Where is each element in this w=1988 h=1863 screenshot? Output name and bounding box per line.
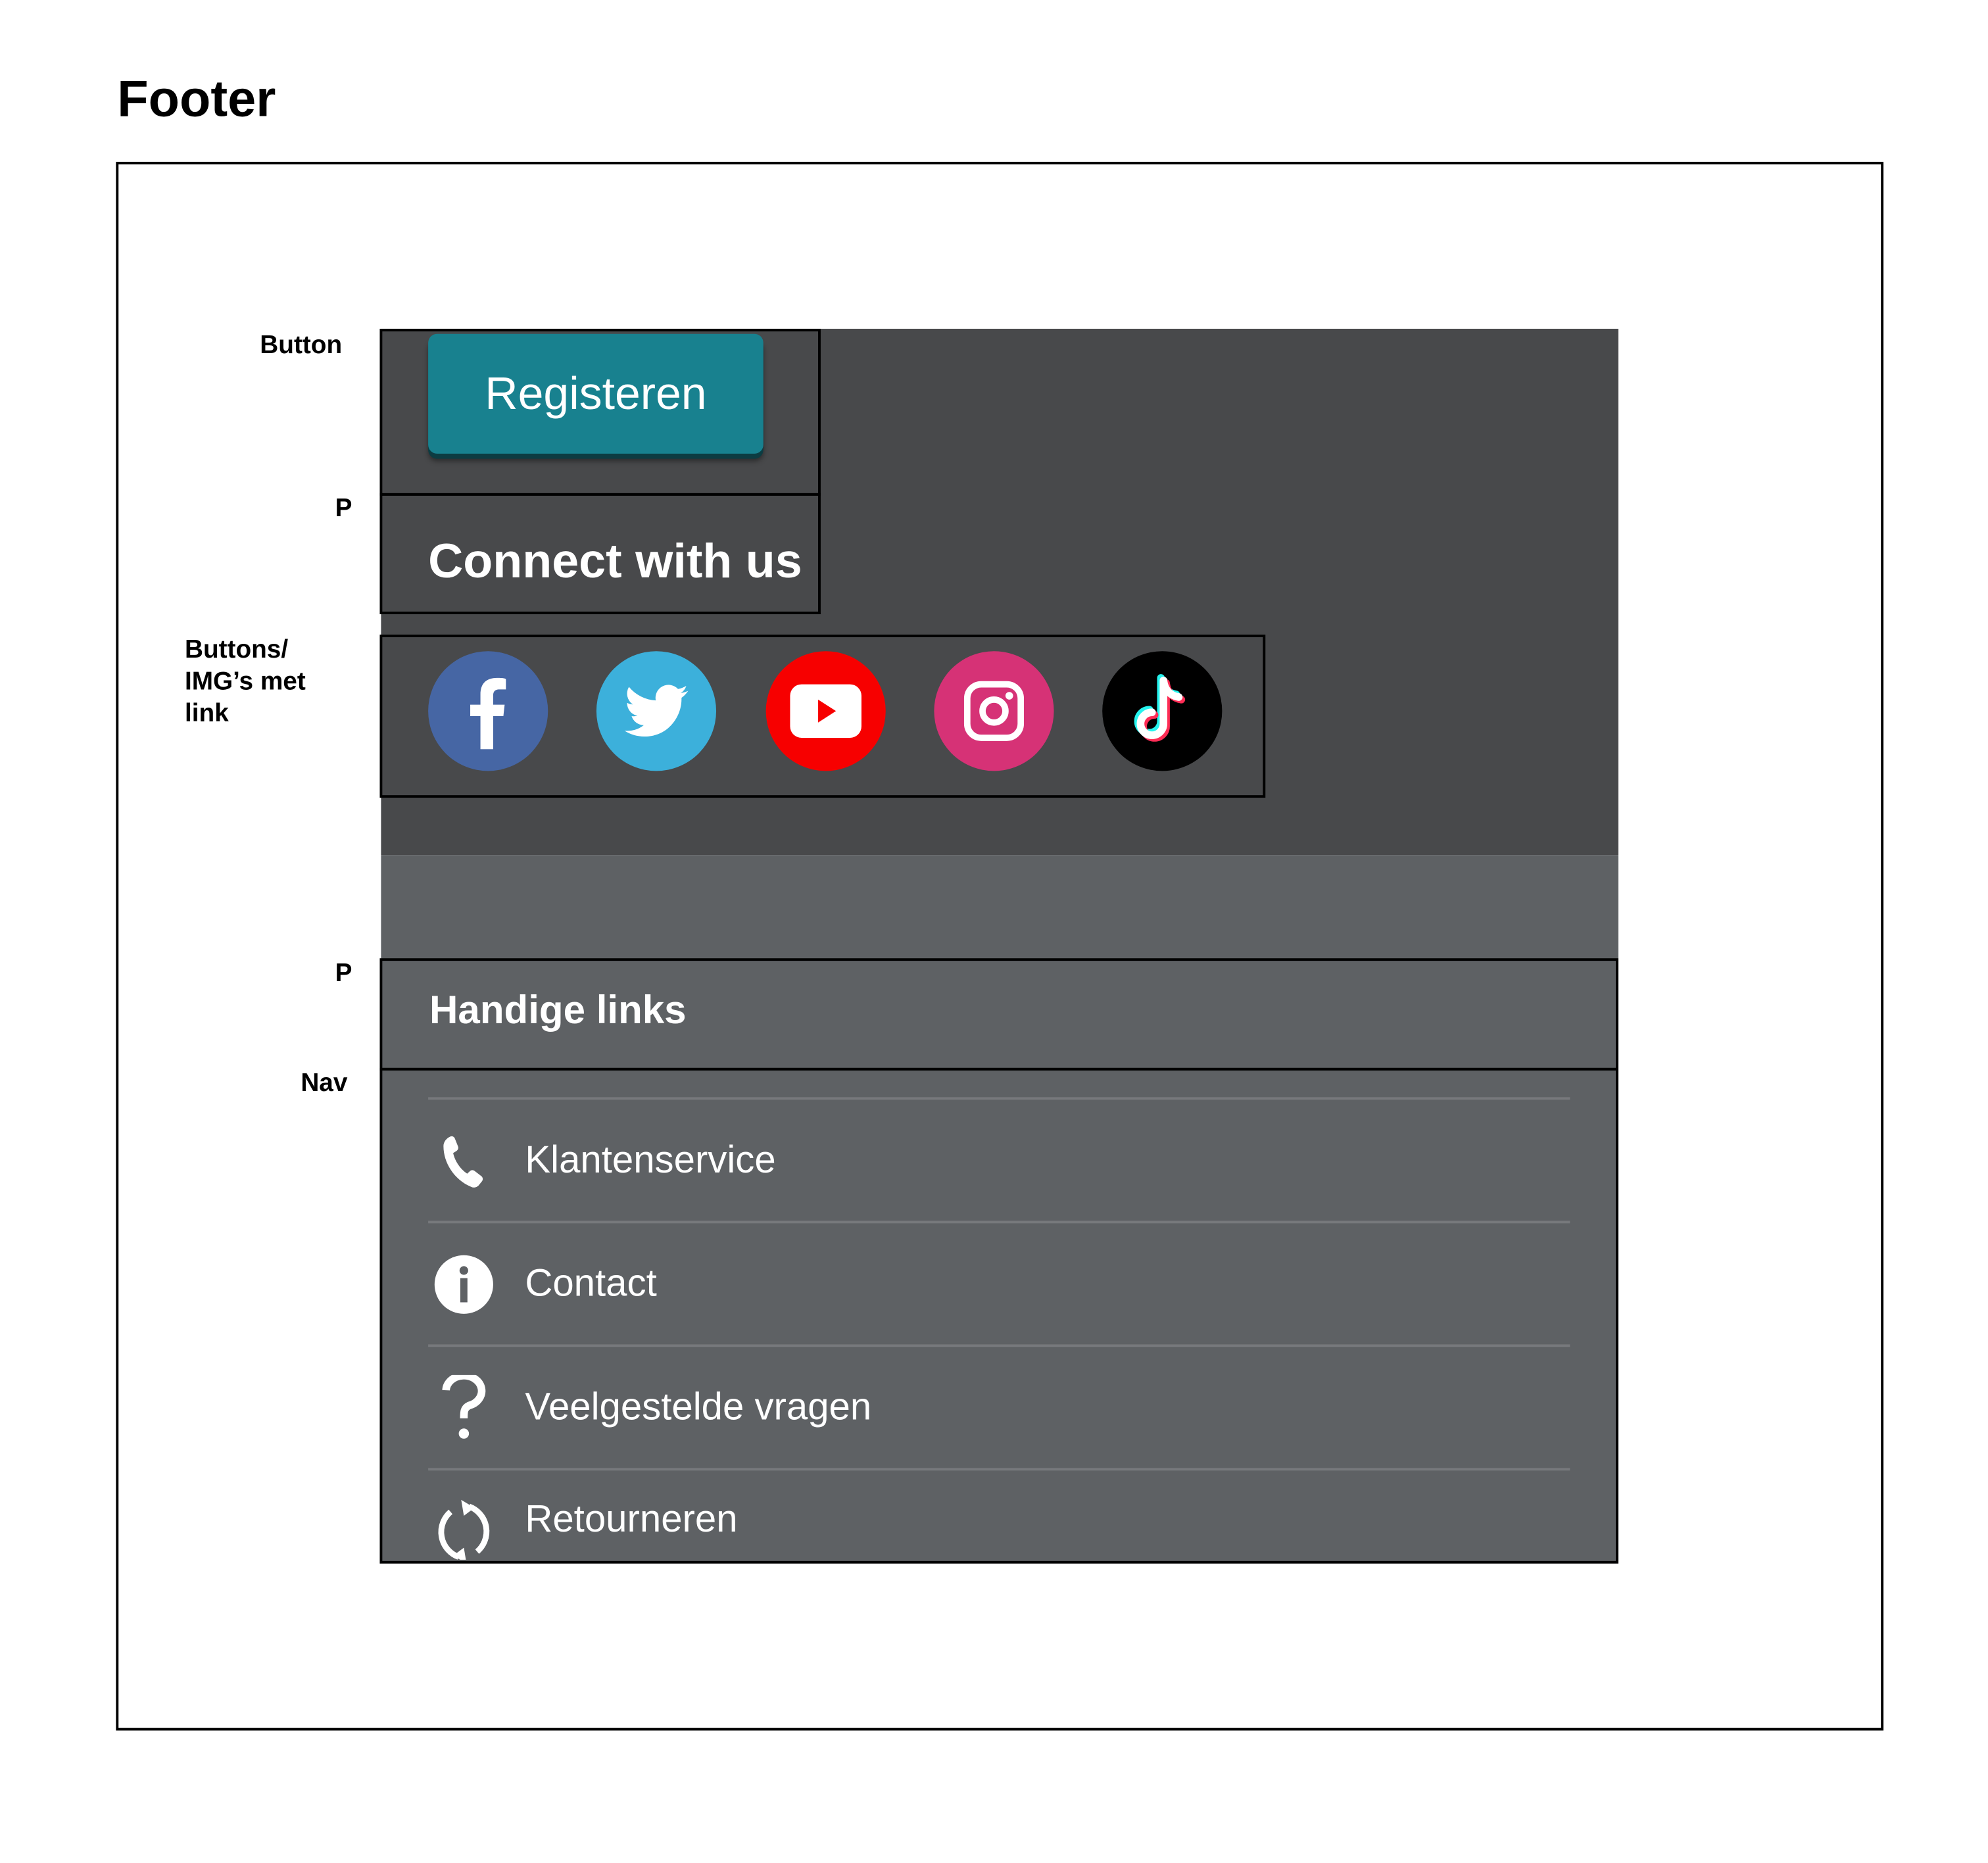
annotation-p: P xyxy=(335,959,352,988)
facebook-icon xyxy=(470,677,506,750)
annotation-buttons-imgs: Buttons/ IMG’s met link xyxy=(185,635,306,730)
links-heading: Handige links xyxy=(429,987,687,1032)
phone-icon xyxy=(428,1130,500,1192)
tiktok-button[interactable] xyxy=(1102,651,1223,771)
instagram-button[interactable] xyxy=(934,651,1054,771)
nav-item-klantenservice[interactable]: Klantenservice xyxy=(428,1100,1570,1222)
refresh-icon xyxy=(428,1499,500,1560)
youtube-icon xyxy=(790,684,861,738)
nav-item-contact[interactable]: Contact xyxy=(428,1223,1570,1345)
connect-heading: Connect with us xyxy=(428,535,802,589)
nav-item-label: Contact xyxy=(525,1263,657,1305)
annotation-line: Buttons/ xyxy=(184,635,289,664)
nav-item-label: Veelgestelde vragen xyxy=(525,1386,872,1429)
nav-item-label: Klantenservice xyxy=(525,1139,776,1182)
info-icon xyxy=(428,1254,500,1315)
canvas: Footer Button P Buttons/ IMG’s met link … xyxy=(0,0,1988,1863)
annotation-button: Button xyxy=(260,331,343,360)
annotation-nav: Nav xyxy=(301,1069,348,1098)
nav-item-veelgestelde-vragen[interactable]: Veelgestelde vragen xyxy=(428,1347,1570,1469)
youtube-button[interactable] xyxy=(765,651,886,771)
facebook-button[interactable] xyxy=(428,651,548,771)
twitter-button[interactable] xyxy=(596,651,717,771)
register-button[interactable]: Registeren xyxy=(428,333,764,454)
twitter-icon xyxy=(624,685,689,737)
page-title: Footer xyxy=(117,71,276,128)
question-icon xyxy=(428,1374,500,1441)
annotation-line: IMG’s met xyxy=(184,667,306,696)
nav-item-retourneren[interactable]: Retourneren xyxy=(428,1470,1570,1560)
nav-item-label: Retourneren xyxy=(525,1498,738,1541)
annotation-line: link xyxy=(184,699,229,728)
tiktok-icon xyxy=(1134,674,1186,742)
annotation-p: P xyxy=(335,494,352,523)
instagram-icon xyxy=(963,681,1025,741)
